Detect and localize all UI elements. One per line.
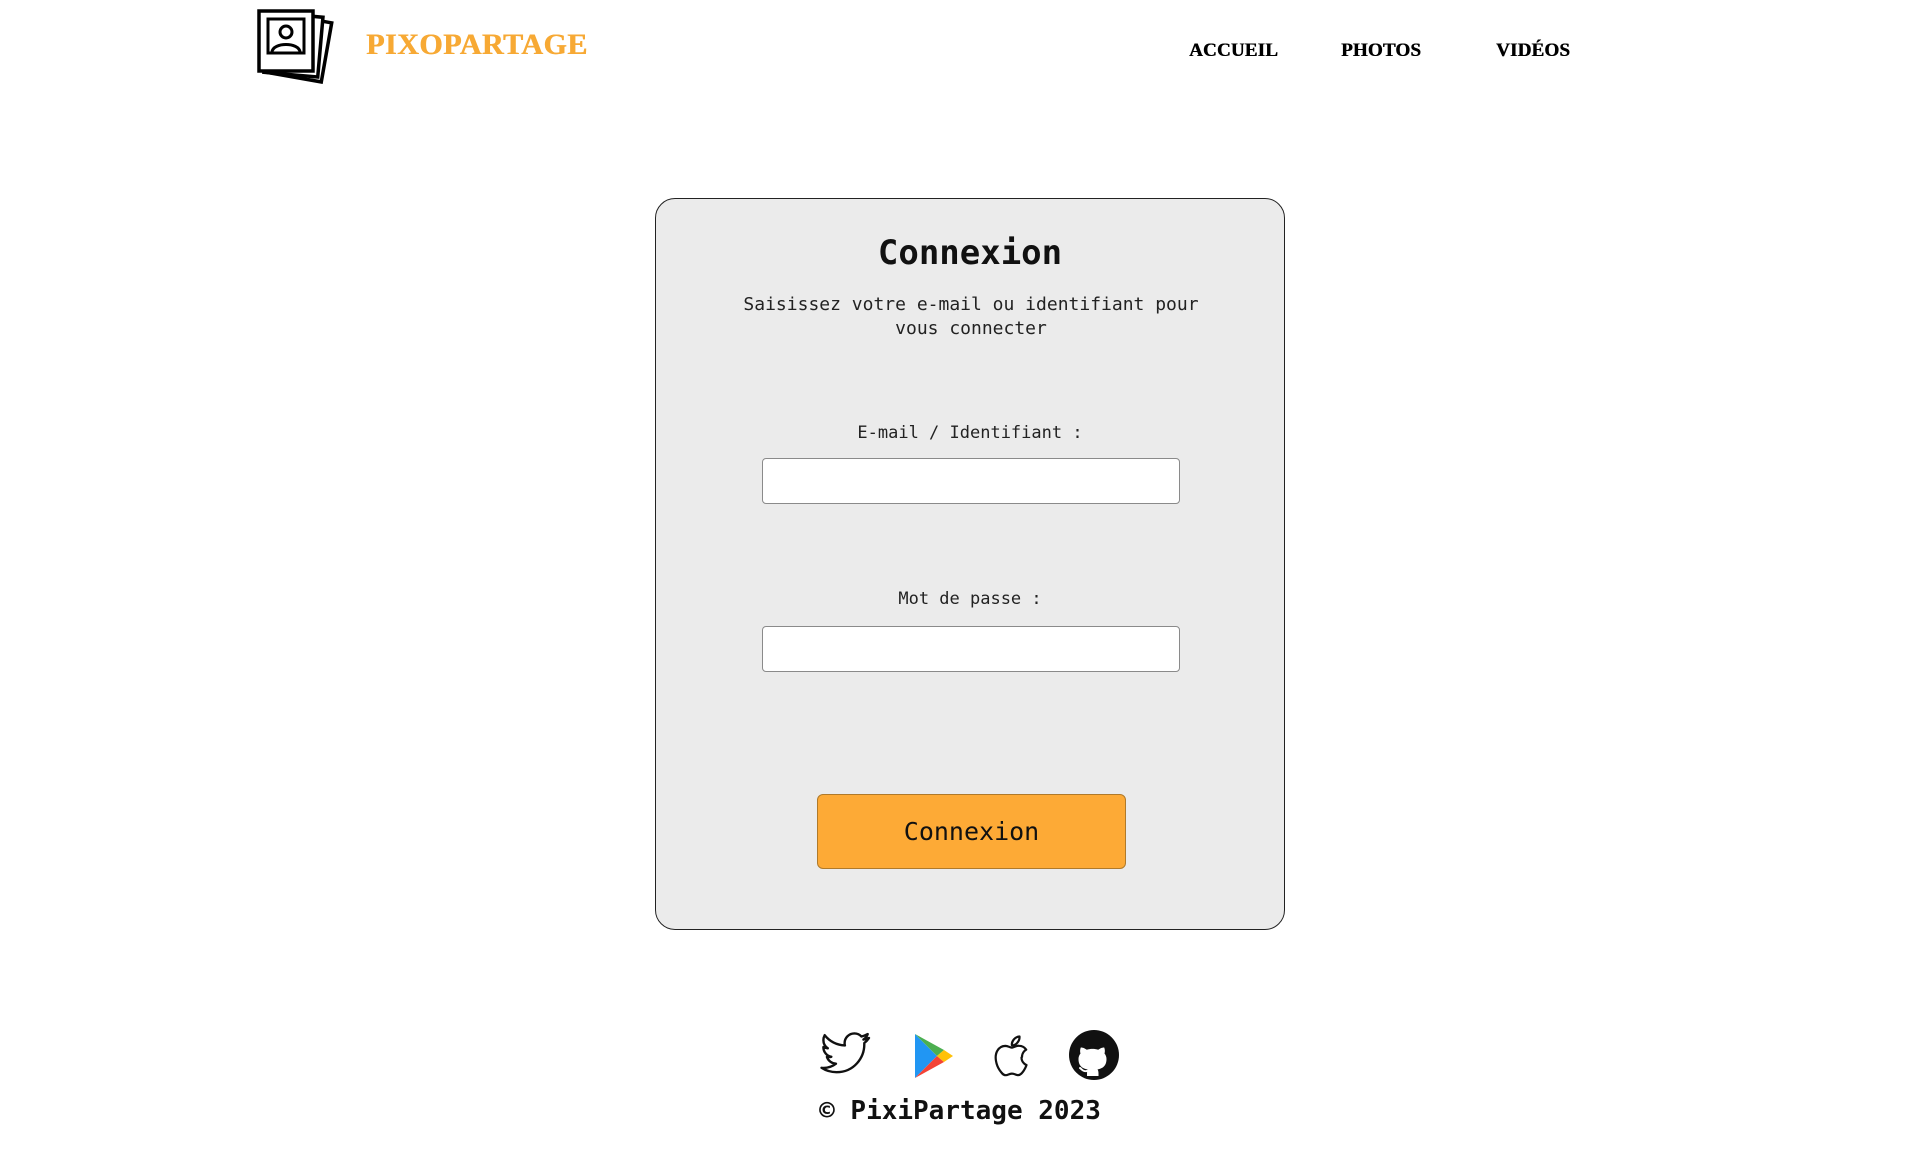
apple-icon[interactable] [985, 1028, 1039, 1082]
login-title: Connexion [877, 233, 1063, 273]
login-button[interactable]: Connexion [817, 794, 1126, 869]
copyright: © PixiPartage 2023 [819, 1096, 1101, 1126]
password-field[interactable] [762, 626, 1180, 672]
email-label: E-mail / Identifiant : [857, 423, 1083, 443]
password-label: Mot de passe : [898, 589, 1042, 609]
twitter-icon[interactable] [819, 1028, 873, 1082]
nav-link-home[interactable]: ACCUEIL [1189, 40, 1278, 62]
login-subtitle: Saisissez votre e-mail ou identifiant po… [743, 294, 1199, 339]
main-nav: ACCUEIL PHOTOS VIDÉOS [0, 40, 1920, 64]
nav-link-videos[interactable]: VIDÉOS [1496, 40, 1570, 62]
google-play-icon[interactable] [907, 1030, 961, 1084]
site-header: PIXOPARTAGE ACCUEIL PHOTOS VIDÉOS [0, 0, 1920, 100]
login-card: Connexion Saisissez votre e-mail ou iden… [655, 198, 1285, 930]
nav-link-photos[interactable]: PHOTOS [1341, 40, 1421, 62]
footer-social-links [0, 1028, 1920, 1082]
github-icon[interactable] [1067, 1028, 1121, 1082]
email-field[interactable] [762, 458, 1180, 504]
